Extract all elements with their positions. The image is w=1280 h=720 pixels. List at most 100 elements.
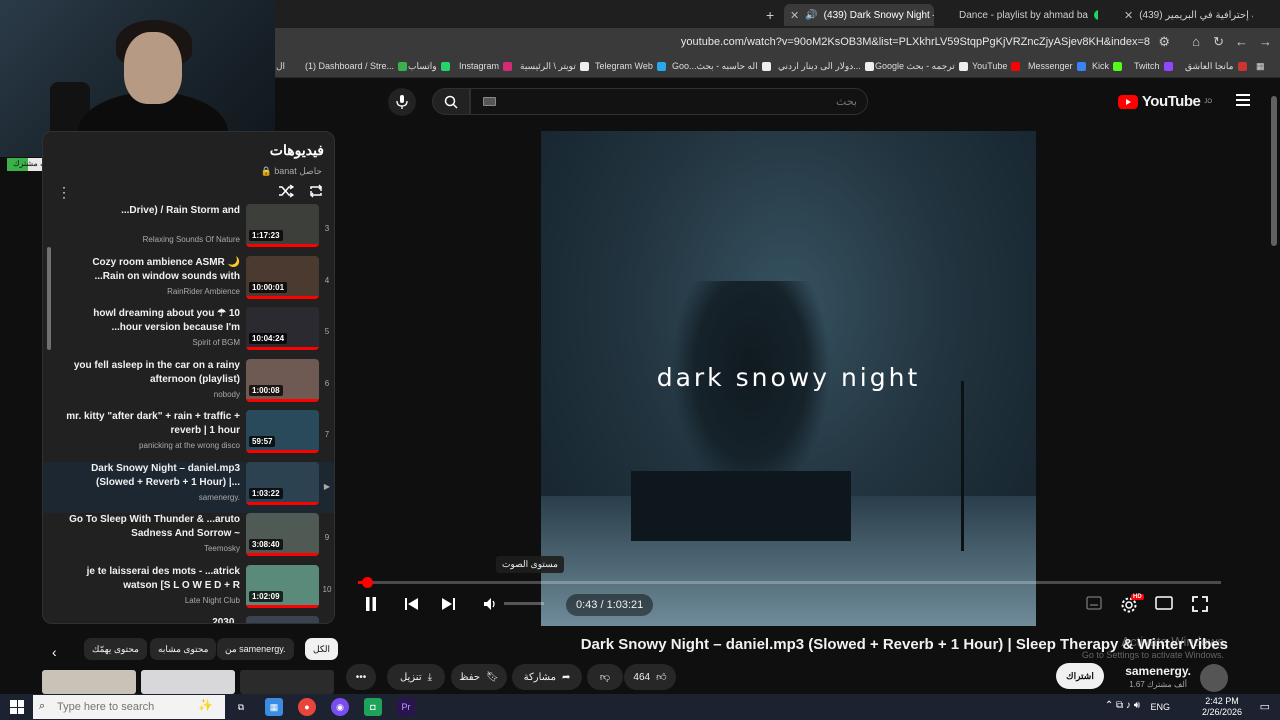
close-icon[interactable]: ✕ <box>1124 9 1133 22</box>
browser-tab[interactable]: ✕ (439) إنتقالة إحترافية في البريمير <box>1118 4 1253 26</box>
system-tray-icons[interactable]: ⌃ ⧉ ♪ 🔊︎ <box>1105 700 1140 711</box>
bookmark[interactable]: تويتر \ الرئيسية <box>520 61 589 72</box>
guide-menu-button[interactable] <box>1236 94 1250 109</box>
volume-slider[interactable] <box>504 602 544 605</box>
settings-button[interactable]: HD <box>1120 594 1144 617</box>
chip-from-channel[interactable]: من samenergy. <box>217 638 294 660</box>
playlist-item[interactable]: 4 10:00:01 Cozy room ambience ASMR 🌙 ...Ra… <box>43 255 334 307</box>
close-icon[interactable]: ✕ <box>790 9 799 22</box>
task-view-icon[interactable]: ⧉ <box>232 698 250 716</box>
subscribe-button[interactable]: اشتراك <box>1056 663 1104 689</box>
home-icon[interactable]: ⌂ <box>1192 34 1200 49</box>
url-field[interactable]: youtube.com/watch?v=90oM2KsOB3M&list=PLX… <box>681 36 1150 48</box>
bookmark[interactable]: Google ترجمه - بحث <box>875 61 968 72</box>
bookmark[interactable]: (1) Dashboard / Stre... <box>305 61 408 71</box>
loop-icon[interactable] <box>308 184 324 198</box>
subtitles-button[interactable] <box>1086 596 1102 613</box>
playlist-thumbnail[interactable]: 59:57 <box>246 410 319 453</box>
more-actions-button[interactable]: ••• <box>346 664 376 690</box>
forward-icon[interactable]: → <box>1259 34 1272 49</box>
windows-start-icon[interactable] <box>10 700 24 714</box>
recommended-thumbnail[interactable] <box>240 670 334 694</box>
bookmark[interactable]: Goo...اله حاسبه - بحث <box>672 61 771 72</box>
recommended-thumbnail[interactable] <box>141 670 235 694</box>
tune-icon[interactable]: ⚙ <box>1158 34 1170 50</box>
new-tab-button[interactable]: + <box>760 4 778 26</box>
playlist-item[interactable]: 3 1:17:23 ...Drive) / Rain Storm and Relaxi… <box>43 204 334 255</box>
scrubber-handle[interactable] <box>362 577 374 588</box>
reload-icon[interactable]: ↻ <box>1213 34 1224 50</box>
bookmark[interactable]: Twitch <box>1134 61 1173 71</box>
app-icon[interactable]: ◘ <box>364 698 382 716</box>
playlist-title[interactable]: فيديوهات <box>270 142 324 159</box>
notification-icon[interactable]: ▭ <box>1260 700 1270 713</box>
taskbar-search-input[interactable] <box>33 701 193 713</box>
page-scrollbar[interactable] <box>1271 96 1277 246</box>
theater-mode-button[interactable] <box>1155 596 1173 613</box>
playlist-thumbnail[interactable]: 1:00:08 <box>246 358 319 402</box>
bookmark[interactable]: دولار الى دينار اردني... <box>778 61 874 72</box>
playlist-thumbnail[interactable]: 10:04:24 <box>246 307 319 350</box>
system-clock[interactable]: 2:42 PM 2/26/2026 <box>1202 696 1242 718</box>
playlist-item[interactable]: 9 3:08:40 Go To Sleep With Thunder & ...ar… <box>43 513 334 564</box>
store-icon[interactable]: ▦ <box>265 698 283 716</box>
search-input[interactable] <box>471 89 867 114</box>
voice-search-button[interactable] <box>388 88 416 116</box>
apps-icon[interactable]: ▦ <box>1256 61 1265 72</box>
bookmark[interactable]: YouTube <box>972 61 1021 71</box>
bookmark[interactable]: واتساب <box>408 61 450 72</box>
chip-related[interactable]: محتوى مشابه <box>150 638 217 660</box>
playlist-item[interactable]: 7 59:57 mr. kitty "after dark" + rain + tr… <box>43 410 334 461</box>
playlist-thumbnail[interactable]: 3:08:40 <box>246 513 319 556</box>
keyboard-icon[interactable] <box>483 97 496 106</box>
channel-name[interactable]: samenergy. <box>1125 664 1191 678</box>
playlist-item[interactable]: 5 10:04:24 howl dreaming about you ☂ 10 ..… <box>43 307 334 358</box>
playlist-thumbnail[interactable]: 1:02:09 <box>246 564 319 608</box>
search-button[interactable] <box>432 88 470 115</box>
progress-bar[interactable] <box>358 577 1221 588</box>
playlist-item[interactable]: 10 1:02:09 je te laisserai des mots - ...a… <box>43 564 334 616</box>
chip-all[interactable]: الكل <box>305 638 339 660</box>
fullscreen-button[interactable] <box>1192 596 1208 615</box>
playlist-thumbnail[interactable] <box>246 616 319 623</box>
save-button[interactable]: حفظ 🔖︎ <box>451 664 507 690</box>
like-button[interactable]: 464 👍︎ <box>624 664 676 690</box>
bookmark[interactable]: ال <box>276 61 285 72</box>
bookmark[interactable]: مانجا العاشق <box>1185 61 1247 72</box>
search-icon: ⌕ <box>39 700 46 712</box>
dislike-button[interactable]: 👎︎ <box>587 664 623 690</box>
more-vert-icon[interactable]: ⋮ <box>57 184 71 201</box>
pause-button[interactable] <box>364 596 378 615</box>
bookmark[interactable]: Kick <box>1092 61 1123 71</box>
playlist-thumbnail[interactable]: 1:17:23 <box>246 204 319 247</box>
chrome-icon[interactable]: ● <box>298 698 316 716</box>
chevron-left-icon[interactable]: ‹ <box>52 644 57 660</box>
download-button[interactable]: تنزيل ⤓ <box>387 664 445 690</box>
playlist-item[interactable]: ▶ 1:03:22 Dark Snowy Night – daniel.mp3 (S… <box>43 461 334 513</box>
browser-tab-active[interactable]: ✕ 🔊 (439) Dark Snowy Night – d <box>784 4 934 26</box>
back-icon[interactable]: ← <box>1235 34 1248 49</box>
youtube-logo[interactable]: YouTube JO <box>1117 93 1212 110</box>
previous-button[interactable] <box>404 596 420 615</box>
playlist-thumbnail[interactable]: 10:00:01 <box>246 255 319 299</box>
video-player[interactable]: dark snowy night <box>541 131 1036 626</box>
discord-icon[interactable]: ◉ <box>331 698 349 716</box>
playlist-item-title: Go To Sleep With Thunder & ...aruto Sadn… <box>69 514 240 539</box>
playlist-item[interactable]: 112030 .escape reality. <box>43 616 334 623</box>
mute-button[interactable] <box>482 596 498 615</box>
next-button[interactable] <box>440 596 456 615</box>
playlist-thumbnail[interactable]: 1:03:22 <box>246 461 319 505</box>
chip-for-you[interactable]: محتوى يهمّك <box>84 638 147 660</box>
bookmark[interactable]: Instagram <box>459 61 513 71</box>
language-indicator[interactable]: ENG <box>1150 702 1170 712</box>
shuffle-icon[interactable] <box>278 184 294 198</box>
premiere-pro-icon[interactable]: Pr <box>397 698 415 716</box>
bookmark[interactable]: Telegram Web <box>595 61 666 71</box>
share-button[interactable]: مشاركة ➦ <box>512 664 582 690</box>
playlist-item[interactable]: 6 1:00:08 you fell asleep in the car on a … <box>43 358 334 410</box>
recommended-thumbnail[interactable] <box>42 670 136 694</box>
channel-avatar[interactable] <box>1200 664 1228 692</box>
taskbar-search[interactable]: ⌕ ✨ <box>33 695 225 719</box>
browser-tab[interactable]: Dance - playlist by ahmad ba <box>953 4 1098 26</box>
bookmark[interactable]: Messenger <box>1028 61 1086 71</box>
